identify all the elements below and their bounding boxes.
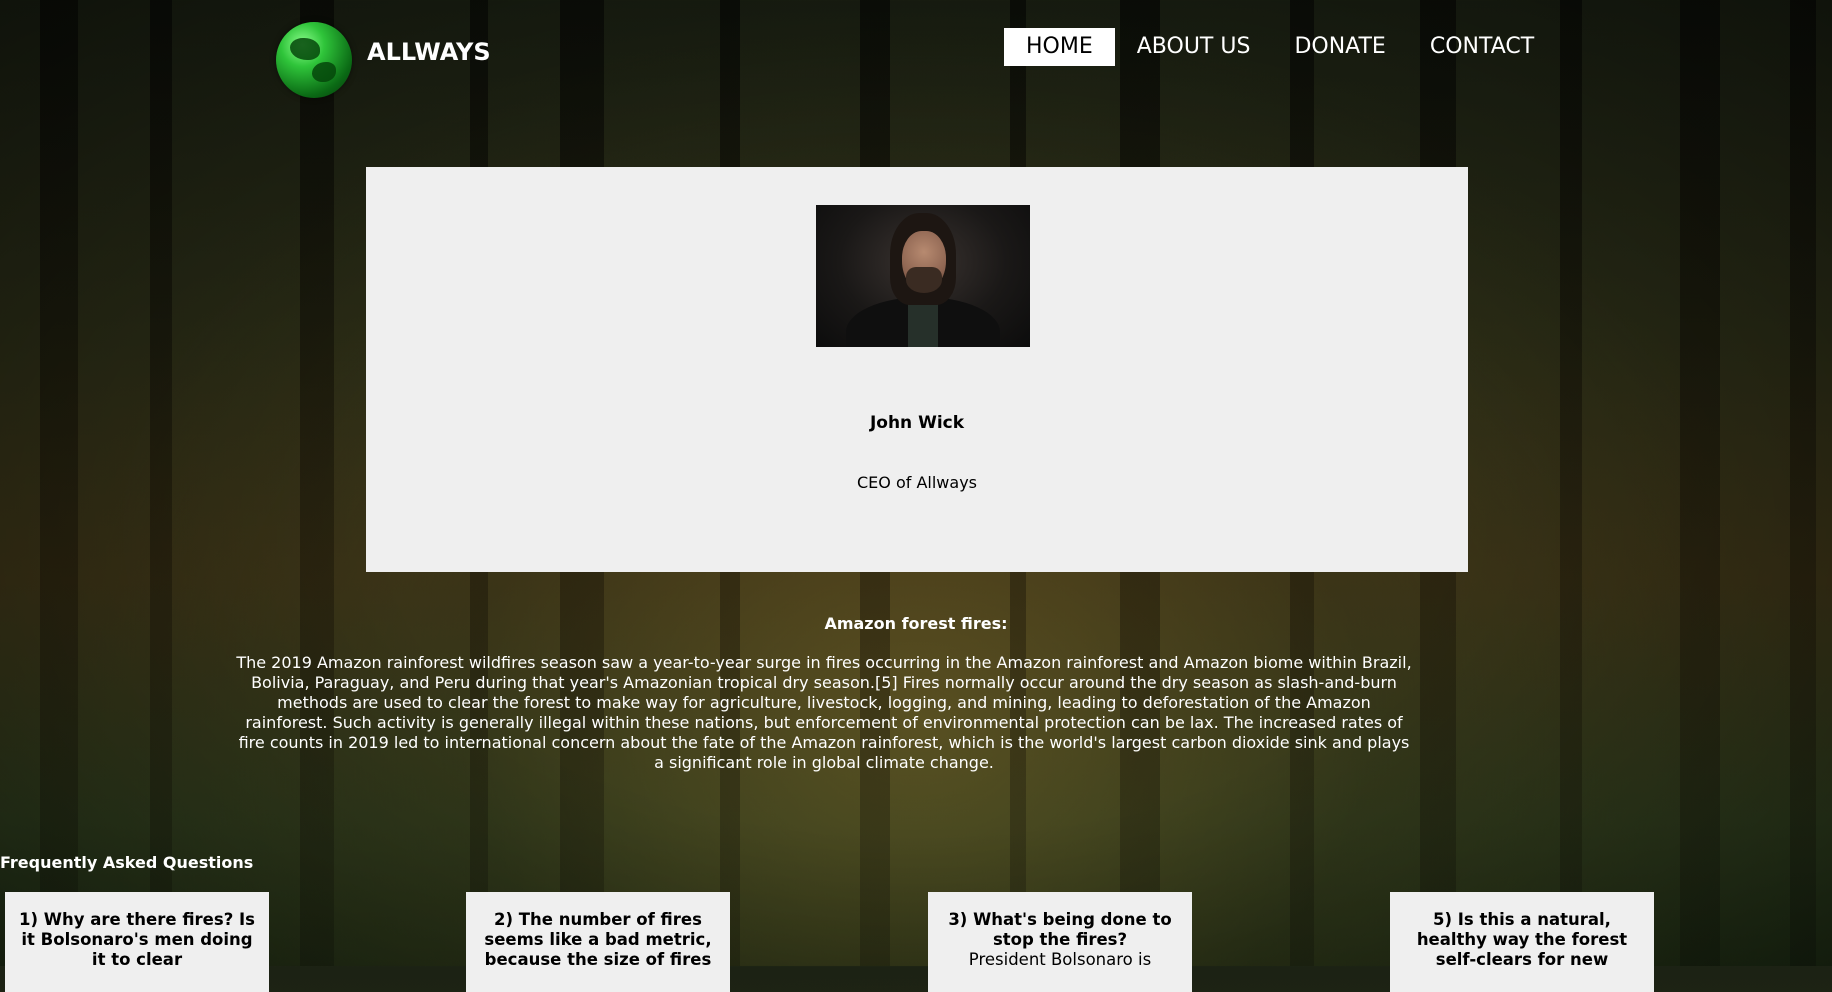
faq-question: 1) Why are there fires? Is it Bolsonaro'… (19, 910, 255, 969)
faq-card[interactable]: 5) Is this a natural, healthy way the fo… (1390, 892, 1654, 992)
faq-card[interactable]: 3) What's being done to stop the fires? … (928, 892, 1192, 992)
profile-name: John Wick (869, 413, 965, 433)
profile-card: John Wick CEO of Allways (366, 167, 1468, 572)
nav-contact[interactable]: CONTACT (1408, 28, 1556, 66)
article-title: Amazon forest fires: (824, 614, 1008, 633)
profile-photo (816, 205, 1030, 347)
globe-icon[interactable] (276, 22, 352, 98)
nav-donate[interactable]: DONATE (1272, 28, 1407, 66)
faq-question: 3) What's being done to stop the fires? (948, 910, 1172, 949)
brand-name[interactable]: ALLWAYS (367, 38, 491, 66)
faq-answer: President Bolsonaro is (968, 950, 1152, 969)
faq-question: 2) The number of fires seems like a bad … (484, 910, 712, 969)
faq-card[interactable]: 1) Why are there fires? Is it Bolsonaro'… (5, 892, 269, 992)
main-nav: HOME ABOUT US DONATE CONTACT (1004, 28, 1556, 66)
article-body: The 2019 Amazon rainforest wildfires sea… (236, 653, 1412, 772)
nav-home[interactable]: HOME (1004, 28, 1115, 66)
faq-question: 5) Is this a natural, healthy way the fo… (1416, 910, 1628, 969)
faq-title: Frequently Asked Questions (0, 853, 254, 872)
profile-role: CEO of Allways (857, 473, 977, 492)
faq-card[interactable]: 2) The number of fires seems like a bad … (466, 892, 730, 992)
nav-about-us[interactable]: ABOUT US (1115, 28, 1273, 66)
